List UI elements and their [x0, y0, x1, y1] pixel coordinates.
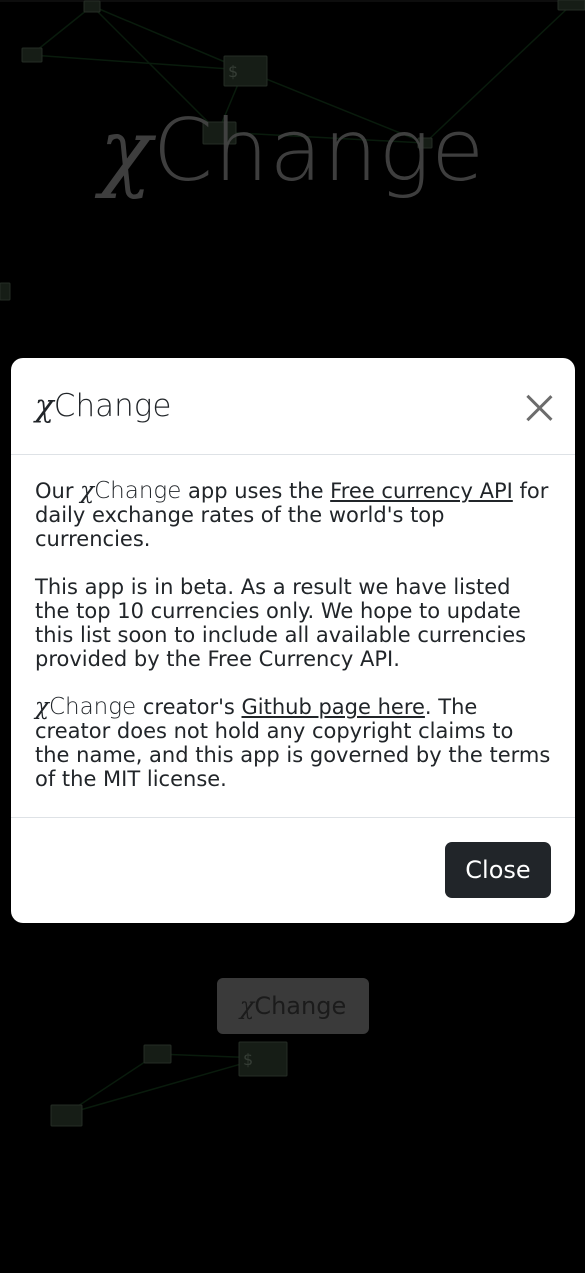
modal-title: χChange — [35, 388, 171, 424]
brand-rest: Change — [48, 694, 137, 720]
close-icon[interactable] — [525, 394, 553, 422]
close-button[interactable]: Close — [445, 842, 551, 898]
about-modal: χChange Our χChange app uses the Free cu… — [11, 358, 575, 923]
modal-title-rest: Change — [53, 388, 172, 424]
modal-body: Our χChange app uses the Free currency A… — [11, 455, 575, 818]
creator-text-start: creator's — [136, 695, 242, 719]
intro-paragraph: Our χChange app uses the Free currency A… — [35, 479, 551, 551]
brand-name: χChange — [80, 478, 181, 504]
modal-footer: Close — [11, 818, 575, 922]
intro-text-start: Our — [35, 479, 81, 503]
creator-paragraph: χChange creator's Github page here. The … — [35, 695, 551, 791]
free-currency-api-link[interactable]: Free currency API — [330, 479, 513, 503]
modal-header: χChange — [11, 358, 575, 455]
brand-name: χChange — [35, 694, 136, 720]
brand-prefix: χ — [35, 694, 49, 720]
intro-text-middle: app uses the — [181, 479, 331, 503]
github-link[interactable]: Github page here — [242, 695, 425, 719]
app-page: $ $ χChange χChange χChange Our χChange … — [0, 0, 585, 1273]
brand-prefix: χ — [80, 478, 95, 504]
modal-title-prefix: χ — [35, 388, 54, 424]
brand-rest: Change — [94, 478, 182, 504]
beta-paragraph: This app is in beta. As a result we have… — [35, 575, 527, 671]
